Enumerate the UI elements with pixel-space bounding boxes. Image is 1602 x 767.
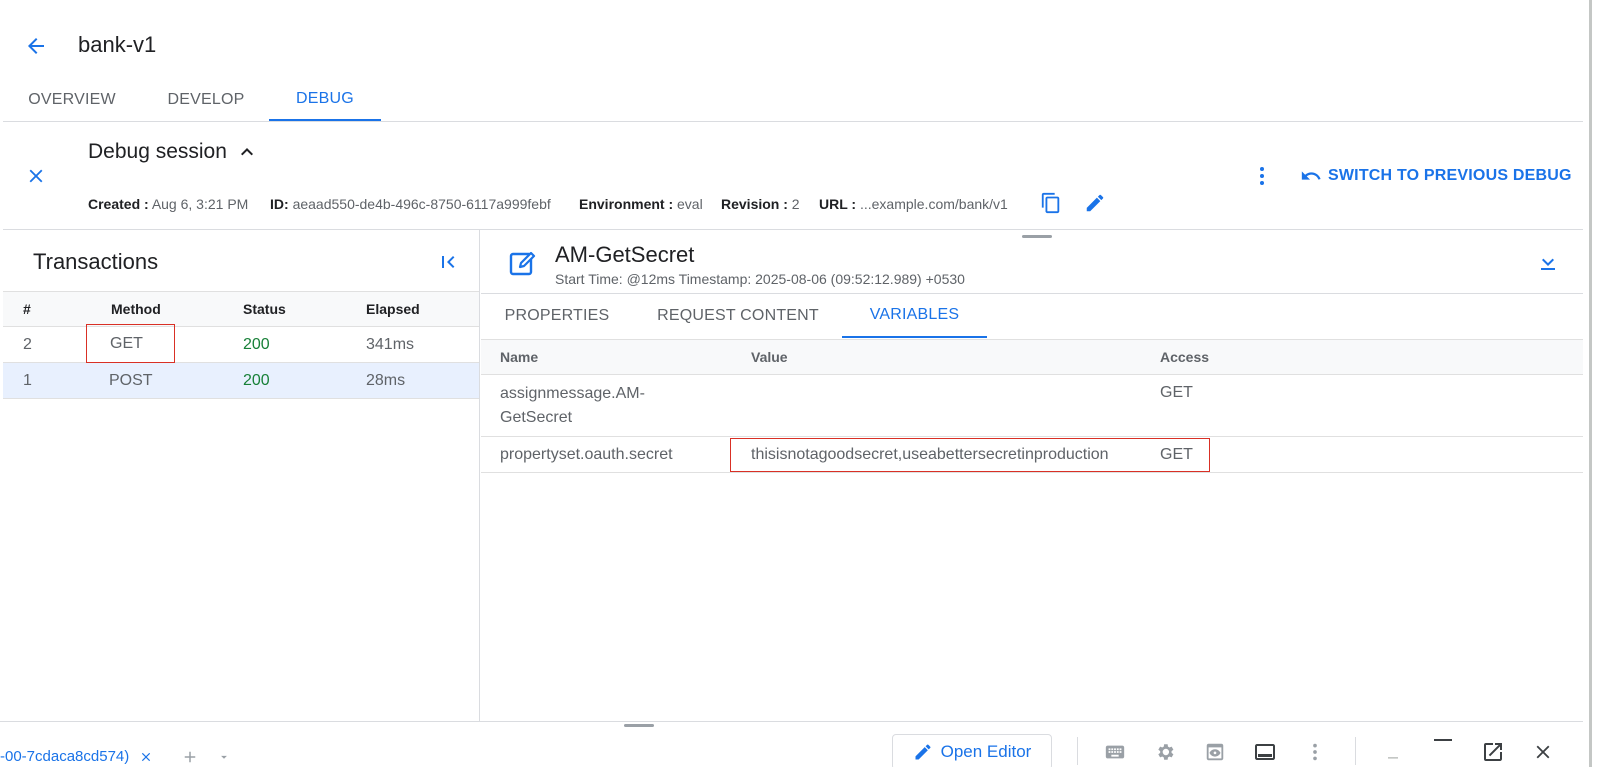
policy-meta: Start Time: @12ms Timestamp: 2025-08-06 … (555, 271, 965, 287)
col-method: Method (111, 301, 161, 317)
close-icon (29, 169, 43, 183)
copy-icon (1041, 192, 1060, 214)
table-row: assignmessage.AM- GetSecret GET (481, 375, 1583, 437)
tab-properties[interactable]: PROPERTIES (491, 294, 623, 338)
tx-method: POST (109, 371, 153, 389)
undo-icon (1301, 171, 1321, 180)
preview-icon (1206, 743, 1224, 761)
keyboard-icon (1105, 745, 1125, 759)
copy-url-button[interactable] (1040, 192, 1064, 216)
environment-meta: Environment : eval (579, 196, 703, 212)
col-value: Value (751, 349, 788, 365)
tab-debug[interactable]: DEBUG (269, 78, 381, 121)
first-page-icon (442, 256, 455, 268)
divider (481, 293, 1583, 294)
close-panel-button[interactable] (1530, 739, 1556, 765)
scrollbar[interactable] (1589, 0, 1592, 767)
tx-method: GET (86, 324, 175, 363)
tab-overview[interactable]: OVERVIEW (20, 78, 124, 121)
tx-elapsed: 341ms (366, 335, 415, 353)
var-name: assignmessage.AM- GetSecret (500, 384, 645, 426)
policy-edit-icon (508, 248, 538, 278)
col-status: Status (243, 301, 286, 317)
more-vert-icon (1313, 743, 1317, 761)
minimize-icon (1434, 739, 1452, 741)
collapse-panel-button[interactable] (434, 248, 462, 276)
plus-icon[interactable] (181, 748, 199, 766)
tab-request-content[interactable]: REQUEST CONTENT (653, 294, 823, 338)
tx-number: 2 (23, 335, 32, 353)
chevron-up-icon (240, 148, 253, 156)
more-vert-icon (1260, 167, 1264, 185)
close-icon[interactable] (139, 750, 153, 764)
more-options-button[interactable] (1248, 160, 1276, 192)
table-row[interactable]: 1 POST 200 28ms (3, 363, 479, 399)
tx-status: 200 (243, 371, 270, 389)
divider (1077, 737, 1078, 765)
resize-handle[interactable] (1022, 235, 1052, 238)
expand-button[interactable] (1536, 250, 1560, 274)
close-icon (1536, 745, 1550, 759)
arrow-back-icon (28, 38, 44, 54)
var-access: GET (1160, 384, 1193, 401)
more-options-button[interactable] (1302, 739, 1328, 765)
resize-handle[interactable] (624, 724, 654, 727)
tab-variables[interactable]: VARIABLES (842, 294, 987, 338)
minimize-disabled-button[interactable] (1380, 739, 1406, 765)
col-elapsed: Elapsed (366, 301, 420, 317)
caret-down-icon[interactable] (217, 750, 231, 764)
gear-icon (1158, 744, 1174, 760)
terminal-tab-label: -00-7cdaca8cd574) (0, 748, 130, 765)
download-icon (1541, 258, 1555, 270)
open-new-window-button[interactable] (1480, 739, 1506, 765)
table-row[interactable]: 2 GET 200 341ms (3, 324, 479, 363)
close-session-button[interactable] (20, 160, 52, 192)
open-in-new-icon (1484, 743, 1502, 761)
switch-label: SWITCH TO PREVIOUS DEBUG (1328, 167, 1572, 184)
highlight-box (730, 438, 1210, 472)
created-meta: Created : Aug 6, 3:21 PM (88, 196, 249, 212)
terminal-tab[interactable]: -00-7cdaca8cd574) (0, 748, 231, 766)
terminal-toggle-button[interactable] (1252, 739, 1278, 765)
open-editor-label: Open Editor (940, 742, 1032, 761)
col-name: Name (500, 349, 539, 365)
panel-bottom-icon (1255, 744, 1275, 760)
minimize-icon (1388, 757, 1398, 759)
tab-develop[interactable]: DEVELOP (156, 78, 256, 121)
keyboard-button[interactable] (1102, 739, 1128, 765)
variables-table-header: Name Value Access (481, 339, 1583, 375)
divider (1355, 737, 1356, 765)
debug-session-title: Debug session (88, 140, 227, 163)
id-meta: ID: aeaad550-de4b-496c-8750-6117a999febf (270, 196, 551, 212)
debug-session-header[interactable]: Debug session (88, 138, 259, 166)
transactions-table-header: # Method Status Elapsed (3, 291, 479, 327)
switch-to-previous-debug-button[interactable]: SWITCH TO PREVIOUS DEBUG (1300, 162, 1572, 190)
url-meta: URL : ...example.com/bank/v1 (819, 196, 1008, 212)
col-number: # (23, 301, 31, 317)
divider (0, 721, 1583, 722)
minimize-button[interactable] (1430, 727, 1456, 753)
divider (3, 121, 1583, 122)
var-name: propertyset.oauth.secret (500, 445, 673, 463)
transactions-title: Transactions (33, 249, 159, 274)
tx-number: 1 (23, 371, 32, 389)
tx-elapsed: 28ms (366, 371, 406, 389)
preview-button[interactable] (1202, 739, 1228, 765)
policy-title: AM-GetSecret (555, 242, 695, 267)
edit-url-button[interactable] (1084, 192, 1108, 216)
open-editor-button[interactable]: Open Editor (892, 734, 1052, 767)
col-access: Access (1160, 349, 1210, 365)
settings-button[interactable] (1152, 739, 1178, 765)
pencil-icon (1086, 194, 1104, 212)
revision-meta: Revision : 2 (721, 196, 800, 212)
page-title: bank-v1 (78, 32, 157, 57)
pencil-icon (915, 744, 931, 760)
back-button[interactable] (20, 30, 52, 62)
tx-status: 200 (243, 335, 270, 353)
